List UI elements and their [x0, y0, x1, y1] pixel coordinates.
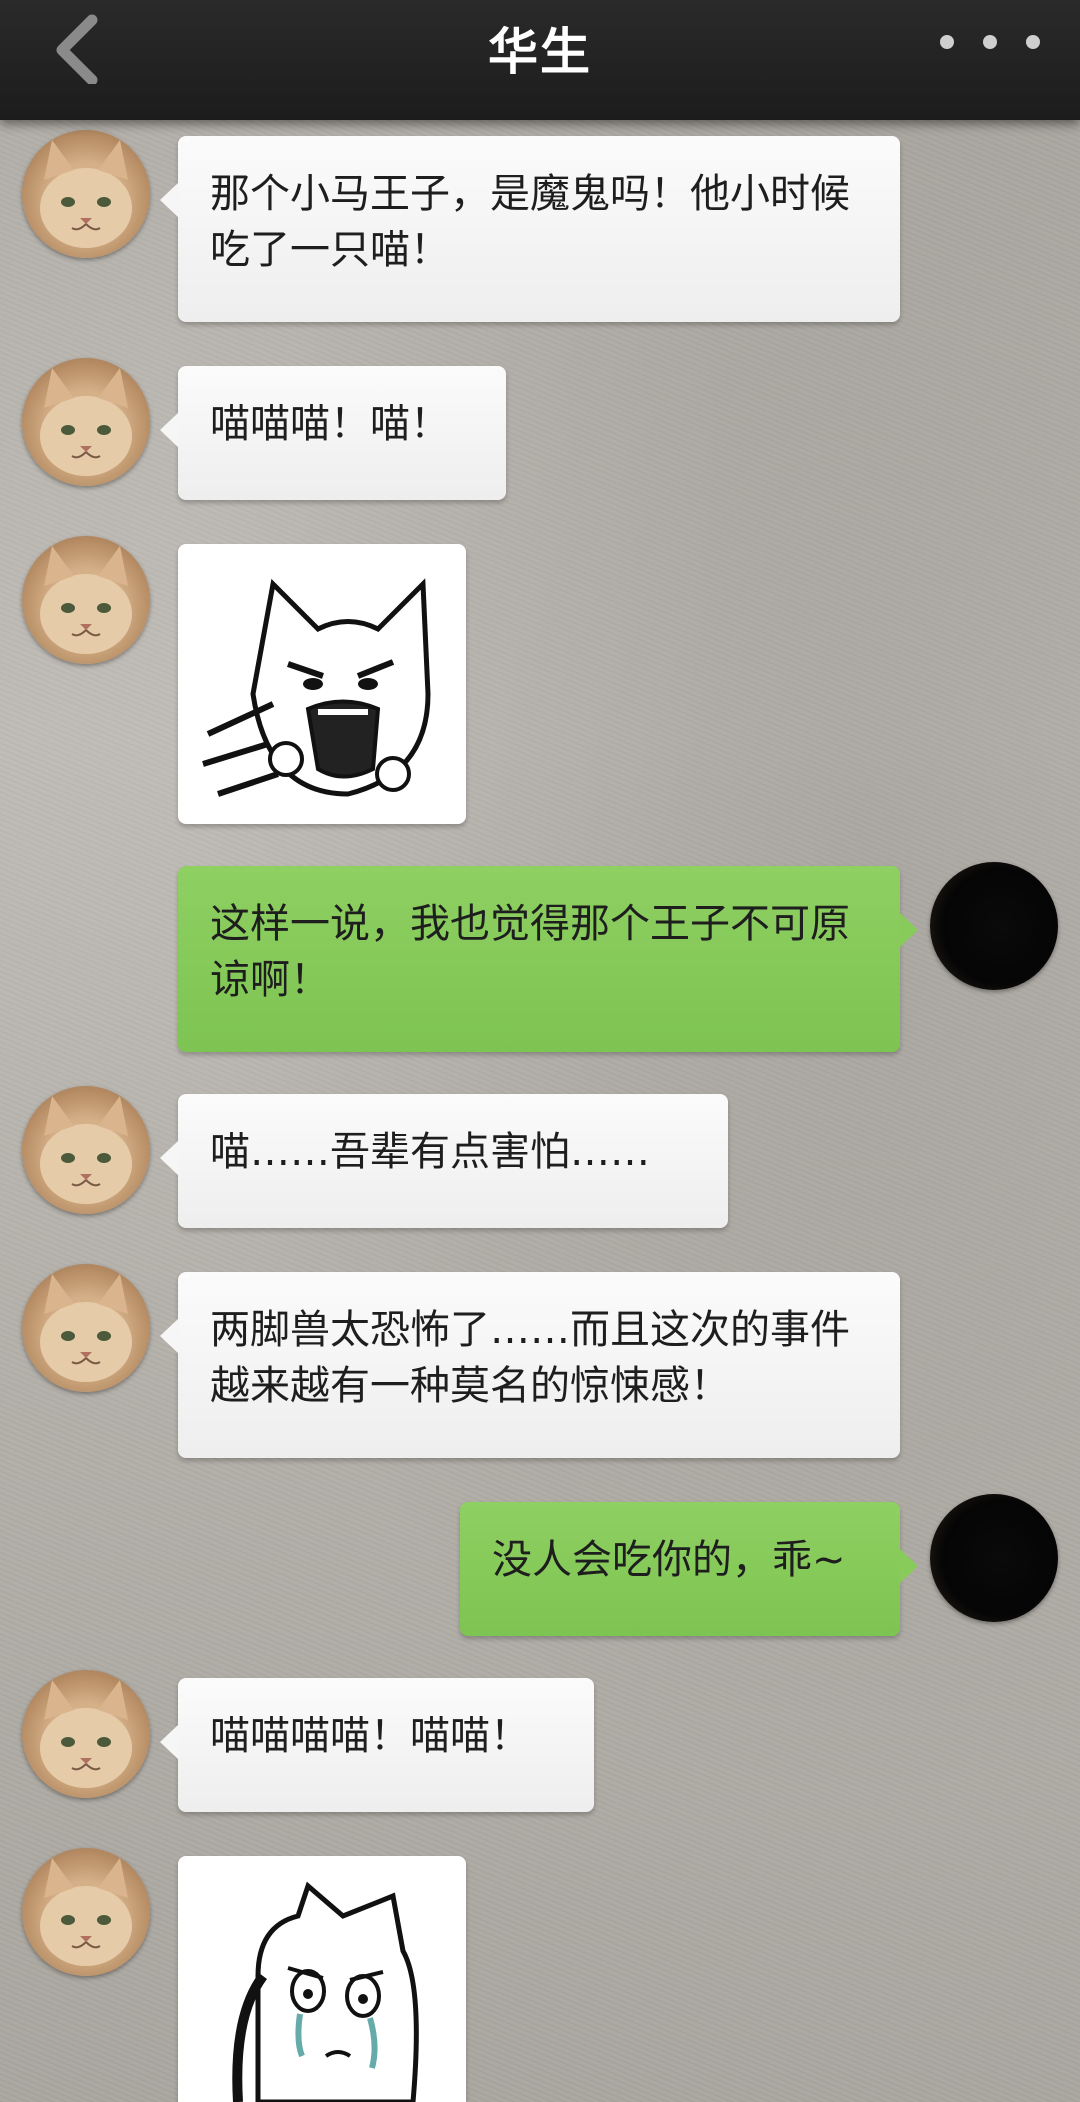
message-text: 这样一说，我也觉得那个王子不可原谅啊！: [210, 901, 850, 1003]
top-bar: 华生: [0, 0, 1080, 120]
message-text: 没人会吃你的，乖~: [492, 1537, 846, 1583]
screaming-cat-sticker-icon: [202, 578, 431, 797]
crying-cat-sticker-icon: [232, 1881, 419, 2102]
message-text: 那个小马王子，是魔鬼吗！他小时候吃了一只喵！: [210, 171, 850, 273]
cat-avatar-icon: [40, 546, 132, 654]
contact-avatar[interactable]: [22, 130, 150, 258]
cat-avatar-icon: [40, 1680, 132, 1788]
sticker-bubble[interactable]: [178, 1856, 466, 2102]
message-text: 喵喵喵！喵！: [210, 401, 450, 447]
more-dots-icon: [940, 35, 954, 49]
contact-avatar[interactable]: [22, 1086, 150, 1214]
more-button[interactable]: [940, 30, 1040, 54]
contact-avatar[interactable]: [22, 1848, 150, 1976]
message-text: 喵……吾辈有点害怕……: [210, 1129, 650, 1175]
sticker-bubble[interactable]: [178, 544, 466, 824]
message-bubble-incoming[interactable]: 喵……吾辈有点害怕……: [160, 1094, 728, 1228]
cat-avatar-icon: [40, 1096, 132, 1204]
cat-avatar-icon: [40, 1274, 132, 1382]
message-bubble-incoming[interactable]: 喵喵喵！喵！: [160, 366, 506, 500]
message-bubble-incoming[interactable]: 喵喵喵喵！喵喵！: [160, 1678, 594, 1812]
my-avatar[interactable]: [930, 1494, 1058, 1622]
contact-avatar[interactable]: [22, 358, 150, 486]
my-avatar[interactable]: [930, 862, 1058, 990]
message-text: 喵喵喵喵！喵喵！: [210, 1713, 530, 1759]
cat-avatar-icon: [40, 140, 132, 248]
message-bubble-outgoing[interactable]: 这样一说，我也觉得那个王子不可原谅啊！: [178, 866, 918, 1052]
contact-avatar[interactable]: [22, 1264, 150, 1392]
cat-avatar-icon: [40, 1858, 132, 1966]
cat-avatar-icon: [40, 368, 132, 476]
more-dot: [983, 35, 997, 49]
message-bubble-incoming[interactable]: 那个小马王子，是魔鬼吗！他小时候吃了一只喵！: [160, 136, 900, 322]
message-bubble-incoming[interactable]: 两脚兽太恐怖了……而且这次的事件越来越有一种莫名的惊悚感！: [160, 1272, 900, 1458]
chat-title: 华生: [488, 22, 592, 81]
more-dot: [1026, 35, 1040, 49]
contact-avatar[interactable]: [22, 1670, 150, 1798]
message-bubble-outgoing[interactable]: 没人会吃你的，乖~: [460, 1502, 918, 1636]
contact-avatar[interactable]: [22, 536, 150, 664]
message-text: 两脚兽太恐怖了……而且这次的事件越来越有一种莫名的惊悚感！: [210, 1307, 850, 1409]
